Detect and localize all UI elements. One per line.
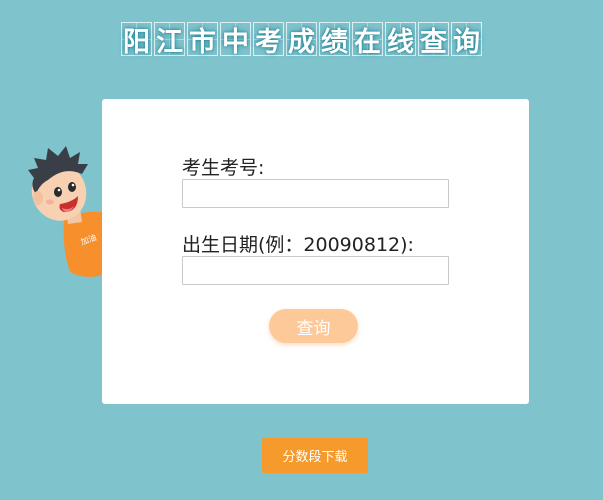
title-char: 成 — [286, 22, 317, 58]
title-char: 在 — [352, 22, 383, 58]
query-form-card: 考生考号: 出生日期(例：20090812): 查询 — [102, 99, 529, 404]
exam-number-label: 考生考号: — [182, 157, 265, 179]
title-char: 查 — [418, 22, 449, 58]
title-char: 中 — [220, 22, 251, 58]
birth-date-input[interactable] — [182, 256, 449, 285]
mascot-illustration: 加油 — [28, 146, 102, 277]
title-char: 考 — [253, 22, 284, 58]
mascot-eye — [54, 187, 62, 197]
title-char: 市 — [187, 22, 218, 58]
title-char: 阳 — [121, 22, 152, 58]
exam-number-input[interactable] — [182, 179, 449, 208]
query-button[interactable]: 查询 — [269, 309, 358, 343]
title-char: 江 — [154, 22, 185, 58]
page-title: 阳 江 市 中 考 成 绩 在 线 查 询 — [0, 22, 603, 58]
birth-date-label: 出生日期(例：20090812): — [182, 234, 414, 256]
title-char: 线 — [385, 22, 416, 58]
mascot-eye — [68, 182, 76, 192]
title-char: 询 — [451, 22, 482, 58]
score-range-download-button[interactable]: 分数段下载 — [262, 438, 368, 473]
title-char: 绩 — [319, 22, 350, 58]
